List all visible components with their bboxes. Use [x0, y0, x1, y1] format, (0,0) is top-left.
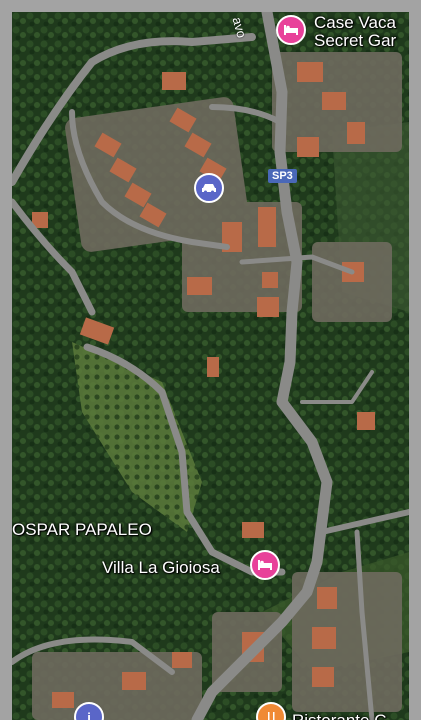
place-label-ospar[interactable]: OSPAR PAPALEO [12, 521, 152, 539]
villa-label[interactable]: Villa La Gioiosa [102, 559, 220, 577]
bed-icon [284, 25, 298, 35]
car-pin[interactable] [194, 173, 224, 203]
hotel-pin-villa[interactable] [250, 550, 280, 580]
hotel-label-line1[interactable]: Case Vaca [314, 14, 396, 32]
restaurant-label[interactable]: Ristorante C [292, 712, 386, 720]
info-icon: i [87, 709, 91, 720]
car-icon [202, 184, 216, 194]
map-frame: SP3 avo i Case Vaca Secret Gar OSPAR PAP… [0, 0, 421, 720]
hotel-label-line2[interactable]: Secret Gar [314, 32, 396, 50]
map-imagery [12, 12, 409, 720]
restaurant-icon [268, 712, 275, 720]
bed-icon [258, 560, 272, 570]
hotel-pin-top[interactable] [276, 15, 306, 45]
road-badge-sp3: SP3 [268, 169, 297, 183]
satellite-map[interactable]: SP3 avo i Case Vaca Secret Gar OSPAR PAP… [12, 12, 409, 720]
